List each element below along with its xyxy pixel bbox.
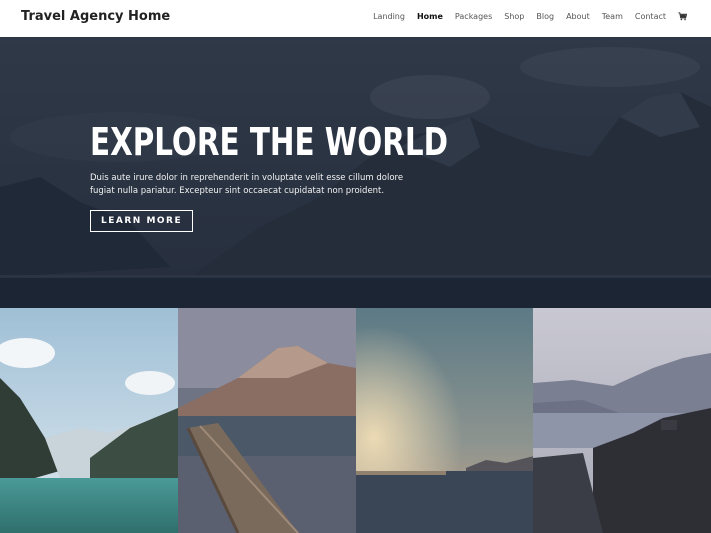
learn-more-button[interactable]: LEARN MORE [90,210,194,232]
nav-item-packages[interactable]: Packages [455,12,492,21]
hero-content: EXPLORE THE WORLD Duis aute irure dolor … [90,119,520,232]
nav-item-shop[interactable]: Shop [504,12,524,21]
site-title[interactable]: Travel Agency Home [21,9,170,24]
mountain-lake-image [0,308,178,533]
cart-icon[interactable] [678,12,687,21]
nav-item-landing[interactable]: Landing [373,12,405,21]
gallery-tile-4[interactable] [533,308,711,533]
gallery-tile-2[interactable] [177,308,356,533]
nav-item-blog[interactable]: Blog [536,12,554,21]
site-header: Travel Agency Home Landing Home Packages… [0,0,711,37]
lake-pier-image [177,308,356,533]
hero-section: EXPLORE THE WORLD Duis aute irure dolor … [0,37,711,308]
main-nav: Landing Home Packages Shop Blog About Te… [373,12,687,21]
nav-item-contact[interactable]: Contact [635,12,666,21]
hero-title: EXPLORE THE WORLD [90,120,449,164]
river-gorge-image [533,308,711,533]
hero-subtitle: Duis aute irure dolor in reprehenderit i… [90,173,404,196]
sunset-sea-image [355,308,534,533]
gallery-tile-1[interactable] [0,308,178,533]
gallery [0,308,711,533]
nav-item-home[interactable]: Home [417,12,443,21]
gallery-tile-3[interactable] [355,308,534,533]
nav-item-team[interactable]: Team [602,12,623,21]
nav-item-about[interactable]: About [566,12,590,21]
